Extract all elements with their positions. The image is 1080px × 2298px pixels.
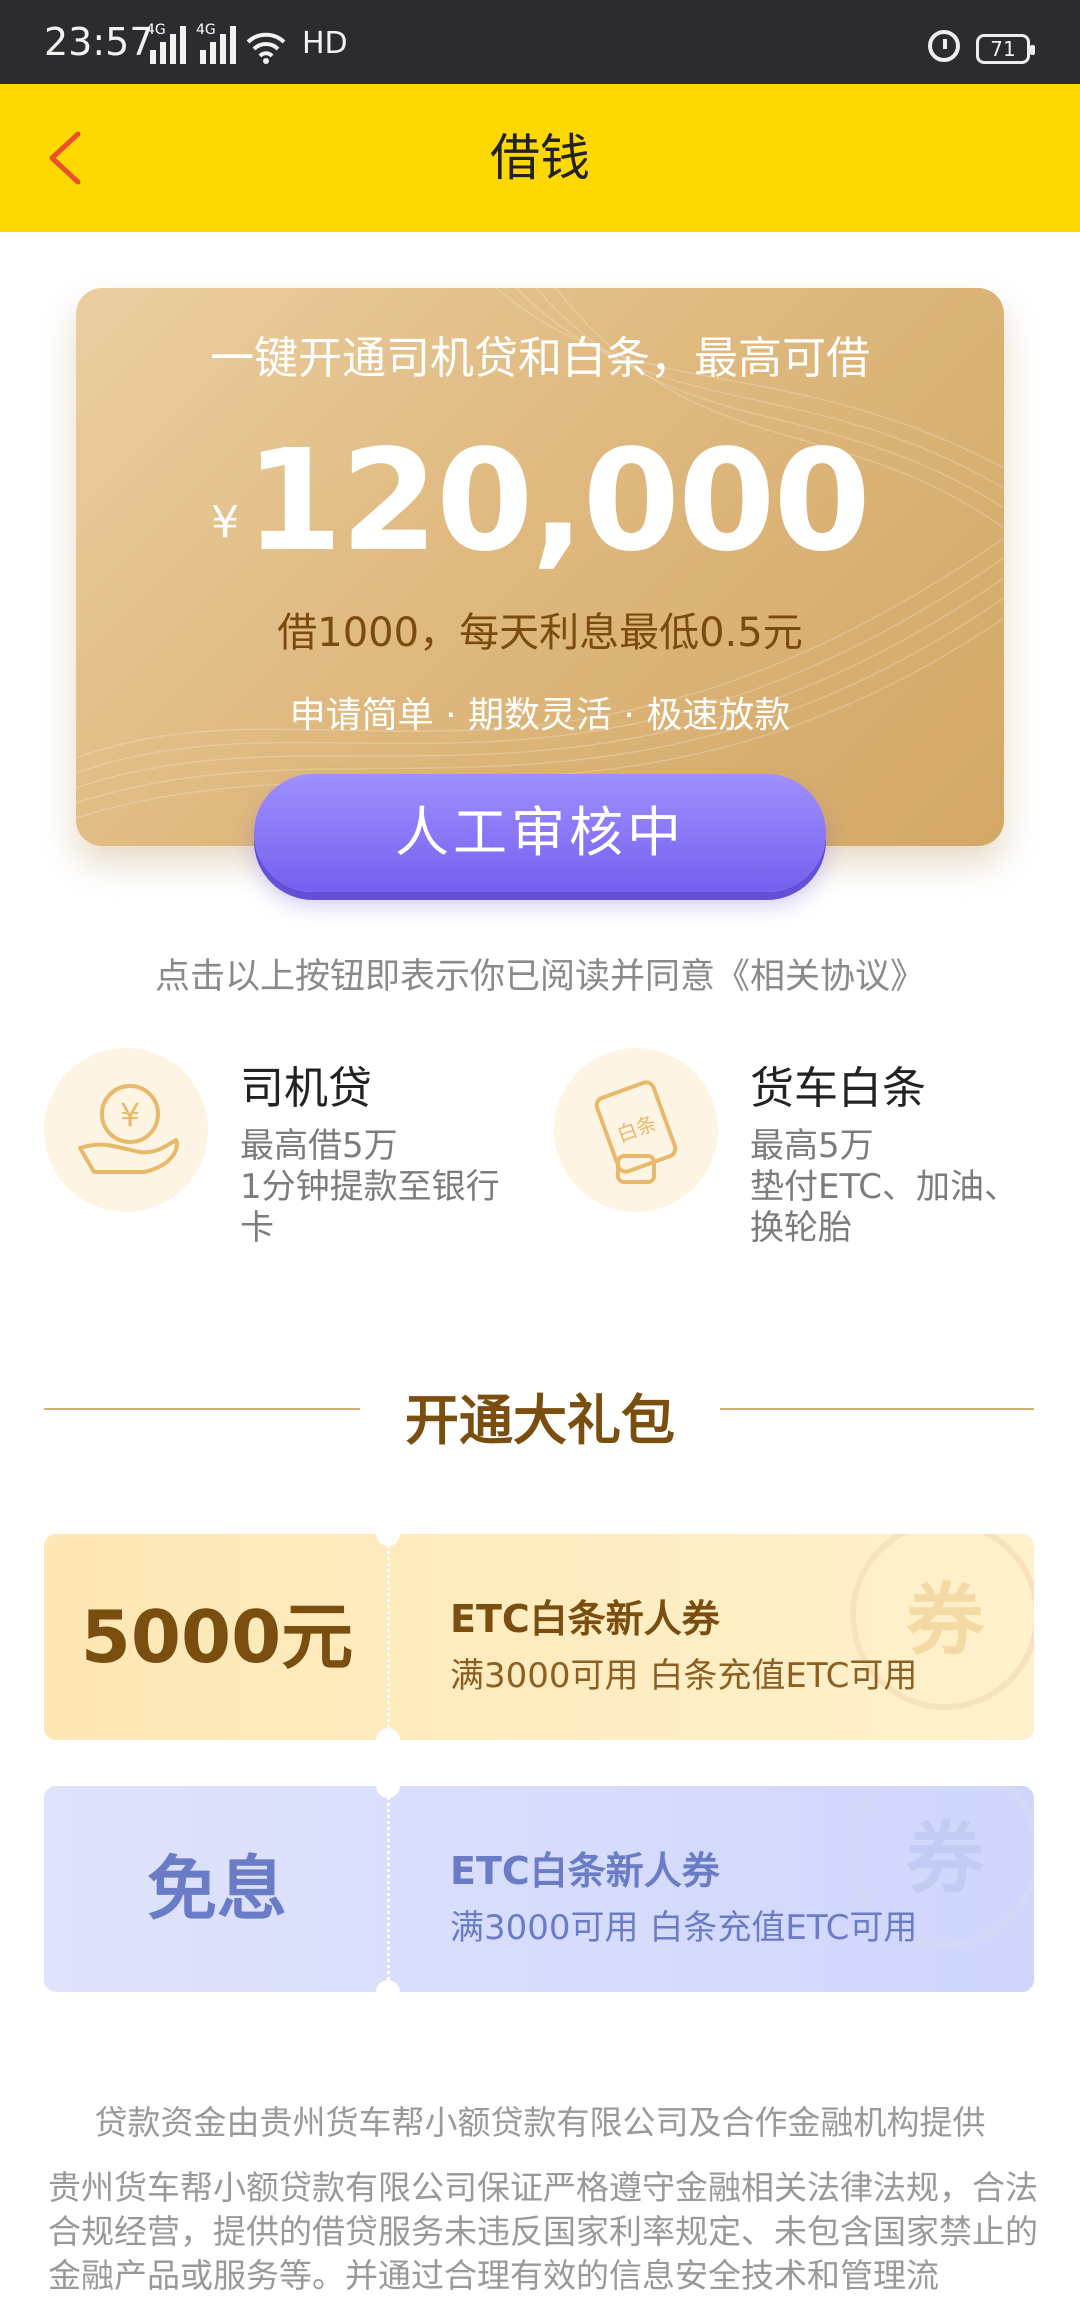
product-desc-truck-credit: 最高5万 垫付ETC、加油、换轮胎 <box>750 1126 1040 1249</box>
coupon-title: ETC白条新人券 <box>450 1849 720 1893</box>
svg-text:白条: 白条 <box>614 1111 660 1147</box>
feature-tags: 申请简单 · 期数灵活 · 极速放款 <box>289 695 791 736</box>
signal-icon-2: 4G <box>196 22 236 64</box>
svg-text:¥: ¥ <box>120 1096 140 1134</box>
product-desc-line: 最高5万 <box>750 1126 874 1166</box>
status-time: 23:57 <box>44 20 154 64</box>
product-desc-driver-loan: 最高借5万 1分钟提款至银行卡 <box>240 1126 530 1249</box>
agreement-notice[interactable]: 点击以上按钮即表示你已阅读并同意《相关协议》 <box>0 948 1080 999</box>
coupon-value: 5000元 <box>80 1595 354 1679</box>
driver-loan-icon-circle: ¥ <box>44 1048 208 1212</box>
credit-card-hand-icon: 白条 <box>594 1080 678 1184</box>
max-loan-amount: ¥120,000 <box>76 420 1004 583</box>
gift-section-title: 开通大礼包 <box>405 1389 675 1452</box>
hero-headline: 一键开通司机贷和白条，最高可借 <box>210 333 870 384</box>
wifi-icon <box>246 32 286 64</box>
page-title: 借钱 <box>490 129 590 187</box>
truck-credit-icon-circle: 白条 <box>554 1048 718 1212</box>
alarm-icon <box>928 30 960 62</box>
coupon-title: ETC白条新人券 <box>450 1597 720 1641</box>
signal-icon: 4G <box>146 22 186 64</box>
status-icons: 4G 4G HD <box>146 20 348 64</box>
battery-icon: 71 <box>976 34 1035 64</box>
product-title-driver-loan[interactable]: 司机贷 <box>240 1052 372 1116</box>
coupon-value: 免息 <box>147 1848 287 1930</box>
product-desc-line: 最高借5万 <box>240 1126 398 1166</box>
product-title-truck-credit[interactable]: 货车白条 <box>750 1052 926 1116</box>
interest-rate-text: 借1000，每天利息最低0.5元 <box>277 610 803 656</box>
coupon-desc: 满3000可用 白条充值ETC可用 <box>450 1908 918 1948</box>
product-desc-line: 垫付ETC、加油、换轮胎 <box>750 1167 1018 1248</box>
coupon-desc: 满3000可用 白条充值ETC可用 <box>450 1656 918 1696</box>
hd-indicator: HD <box>302 26 348 61</box>
hand-coin-icon: ¥ <box>78 1084 179 1174</box>
amount-value: 120,000 <box>245 420 871 583</box>
manual-review-button[interactable]: 人工审核中 <box>254 774 826 892</box>
loan-provider-notice: 贷款资金由贵州货车帮小额贷款有限公司及合作金融机构提供 <box>94 2103 986 2142</box>
product-desc-line: 1分钟提款至银行卡 <box>240 1167 500 1248</box>
currency-symbol: ¥ <box>211 497 240 548</box>
compliance-disclaimer: 贵州货车帮小额贷款有限公司保证严格遵守金融相关法律法规，合法合规经营，提供的借贷… <box>48 2168 1038 2295</box>
